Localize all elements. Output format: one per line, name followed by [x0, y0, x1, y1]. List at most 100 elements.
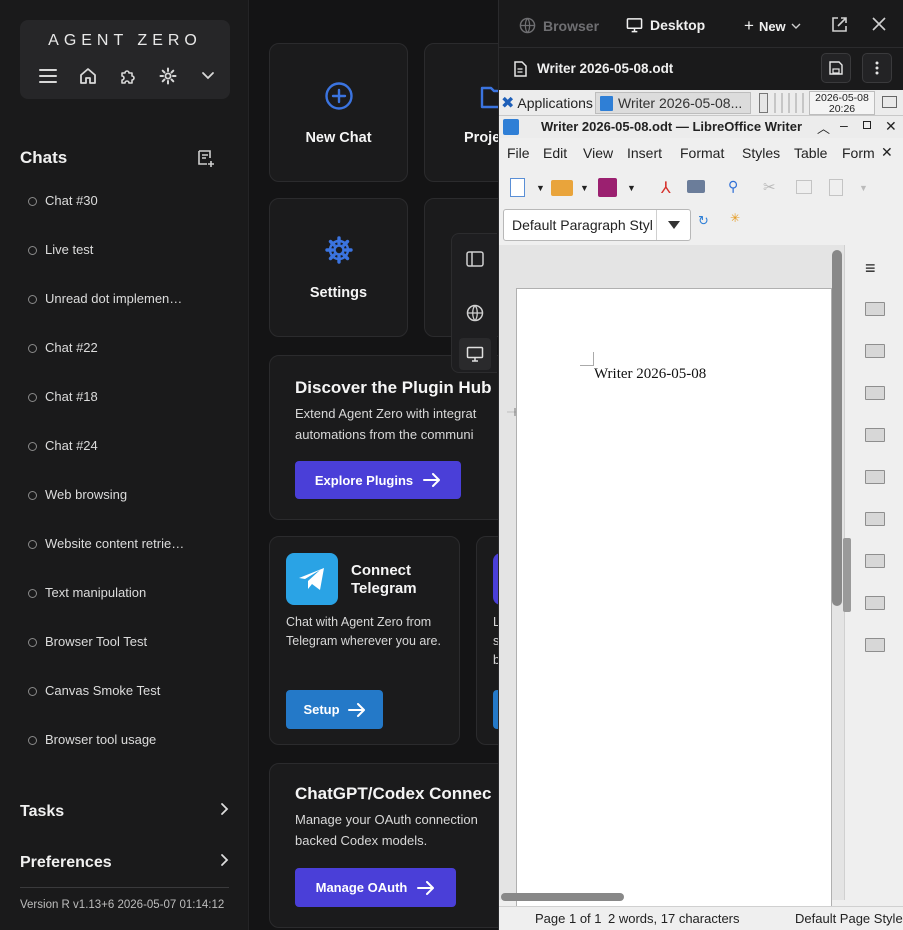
list-item[interactable]: Chat #30 — [28, 190, 228, 239]
paste-icon[interactable] — [829, 179, 843, 196]
card-description: Extend Agent Zero with integrat automati… — [295, 406, 477, 442]
manage-oauth-button[interactable]: Manage OAuth — [295, 868, 456, 907]
status-page-style[interactable]: Default Page Style — [795, 911, 903, 926]
arrow-right-icon — [417, 880, 435, 895]
workspace-switcher[interactable] — [759, 93, 768, 113]
tasks-section[interactable]: Tasks — [20, 802, 230, 821]
chat-title: Text manipulation — [45, 585, 147, 600]
sidebar-deck-icon[interactable] — [865, 596, 885, 610]
dropdown-arrow-icon[interactable]: ▼ — [536, 183, 545, 193]
more-options-button[interactable] — [862, 53, 892, 83]
chevron-down-icon[interactable] — [196, 64, 220, 88]
show-desktop-icon[interactable] — [882, 96, 897, 108]
tab-desktop[interactable]: Desktop — [626, 17, 705, 33]
tab-browser[interactable]: Browser — [519, 17, 599, 34]
dropdown-arrow-icon[interactable]: ▼ — [859, 183, 868, 193]
list-item[interactable]: Live test — [28, 239, 228, 288]
menu-item-styles[interactable]: Styles — [742, 145, 780, 161]
list-item[interactable]: Chat #18 — [28, 386, 228, 435]
globe-icon[interactable] — [463, 301, 487, 325]
menu-item-insert[interactable]: Insert — [627, 145, 662, 161]
list-item[interactable]: Chat #22 — [28, 337, 228, 386]
button-label: Explore Plugins — [314, 472, 414, 488]
plugin-icon[interactable] — [116, 64, 140, 88]
chevron-up-icon[interactable]: ︿ — [817, 118, 830, 137]
sidebar: AGENT ZERO Chats Chat #30 Live test Unre… — [0, 0, 249, 930]
list-item[interactable]: Canvas Smoke Test — [28, 680, 228, 729]
list-item[interactable]: Chat #24 — [28, 435, 228, 484]
menu-item-file[interactable]: File — [507, 145, 530, 161]
document-text[interactable]: Writer 2026-05-08 — [594, 366, 706, 383]
sidebar-deck-icon[interactable] — [865, 554, 885, 568]
open-folder-icon[interactable] — [551, 180, 573, 196]
gear-icon[interactable] — [156, 64, 180, 88]
list-item[interactable]: Website content retrie… — [28, 533, 228, 582]
menu-item-edit[interactable]: Edit — [543, 145, 567, 161]
update-style-icon[interactable]: ↻ — [698, 213, 709, 229]
menu-icon[interactable] — [36, 64, 60, 88]
home-icon[interactable] — [76, 64, 100, 88]
cut-icon[interactable]: ✂ — [763, 178, 776, 196]
applications-menu[interactable]: ✖ Applications — [501, 93, 593, 113]
close-icon[interactable] — [872, 17, 886, 36]
dropdown-arrow-icon[interactable]: ▼ — [580, 183, 589, 193]
chevron-down-icon[interactable] — [656, 210, 690, 240]
close-document-icon[interactable]: ✕ — [881, 144, 893, 161]
save-icon[interactable] — [598, 178, 617, 197]
sidebar-collapse-handle[interactable] — [843, 538, 851, 612]
find-icon[interactable]: ⚲ — [728, 178, 738, 195]
preferences-section[interactable]: Preferences — [20, 853, 230, 872]
menu-item-form[interactable]: Form — [842, 145, 875, 161]
sidebar-deck-icon[interactable] — [865, 344, 885, 358]
sidebar-deck-icon[interactable] — [865, 638, 885, 652]
list-item[interactable]: Unread dot implemen… — [28, 288, 228, 337]
card-title: Discover the Plugin Hub — [295, 378, 492, 397]
paragraph-style-select[interactable]: Default Paragraph Styl — [503, 209, 691, 241]
arrow-right-icon — [347, 702, 365, 717]
open-external-icon[interactable] — [831, 16, 848, 38]
dropdown-arrow-icon[interactable]: ▼ — [627, 183, 636, 193]
document-page[interactable]: Writer 2026-05-08 — [516, 288, 832, 908]
sidebar-deck-icon[interactable] — [865, 470, 885, 484]
clock[interactable]: 2026-05-08 20:26 — [809, 91, 875, 115]
new-button[interactable]: + New — [744, 16, 801, 36]
print-icon[interactable] — [687, 180, 705, 193]
sidebar-deck-icon[interactable] — [865, 428, 885, 442]
sidebar-deck-icon[interactable] — [865, 512, 885, 526]
desktop-icon[interactable] — [459, 338, 491, 370]
minimize-icon[interactable]: – — [840, 117, 848, 133]
list-item[interactable]: Browser Tool Test — [28, 631, 228, 680]
status-page[interactable]: Page 1 of 1 — [535, 911, 602, 926]
explore-plugins-button[interactable]: Explore Plugins — [295, 461, 461, 499]
menu-item-format[interactable]: Format — [680, 145, 724, 161]
close-icon[interactable]: ✕ — [885, 118, 897, 135]
horizontal-scrollbar[interactable] — [501, 893, 624, 901]
taskbar-window-button[interactable]: Writer 2026-05-08... — [595, 92, 751, 114]
sidebar-deck-icon[interactable] — [865, 386, 885, 400]
sidebar-toggle-icon[interactable] — [463, 247, 487, 271]
new-style-icon[interactable]: ✳ — [730, 211, 740, 225]
remote-desktop[interactable]: ✖ Applications Writer 2026-05-08... 2026… — [499, 90, 903, 930]
new-chat-tile[interactable]: New Chat — [269, 43, 408, 182]
menu-item-view[interactable]: View — [583, 145, 613, 161]
status-word-count[interactable]: 2 words, 17 characters — [608, 911, 740, 926]
list-item[interactable]: Text manipulation — [28, 582, 228, 631]
window-title: Writer 2026-05-08.odt — LibreOffice Writ… — [541, 119, 803, 134]
maximize-icon[interactable] — [863, 121, 871, 129]
menu-item-table[interactable]: Table — [794, 145, 827, 161]
export-pdf-icon[interactable]: ⅄ — [661, 178, 671, 198]
save-button[interactable] — [821, 53, 851, 83]
copy-icon[interactable] — [796, 180, 812, 194]
vertical-scrollbar[interactable] — [832, 250, 842, 606]
telegram-card: Connect Telegram Chat with Agent Zero fr… — [269, 536, 460, 745]
tile-label: New Chat — [305, 130, 372, 146]
sidebar-deck-icon[interactable] — [865, 302, 885, 316]
list-item[interactable]: Browser tool usage — [28, 729, 228, 778]
list-item[interactable]: Web browsing — [28, 484, 228, 533]
new-document-icon[interactable] — [510, 178, 525, 197]
new-chat-icon[interactable] — [196, 148, 216, 168]
settings-tile[interactable]: Settings — [269, 198, 408, 337]
sidebar-menu-icon[interactable]: ≡ — [865, 258, 876, 279]
document-area[interactable]: Writer 2026-05-08 — [499, 245, 844, 908]
setup-button[interactable]: Setup — [286, 690, 383, 729]
